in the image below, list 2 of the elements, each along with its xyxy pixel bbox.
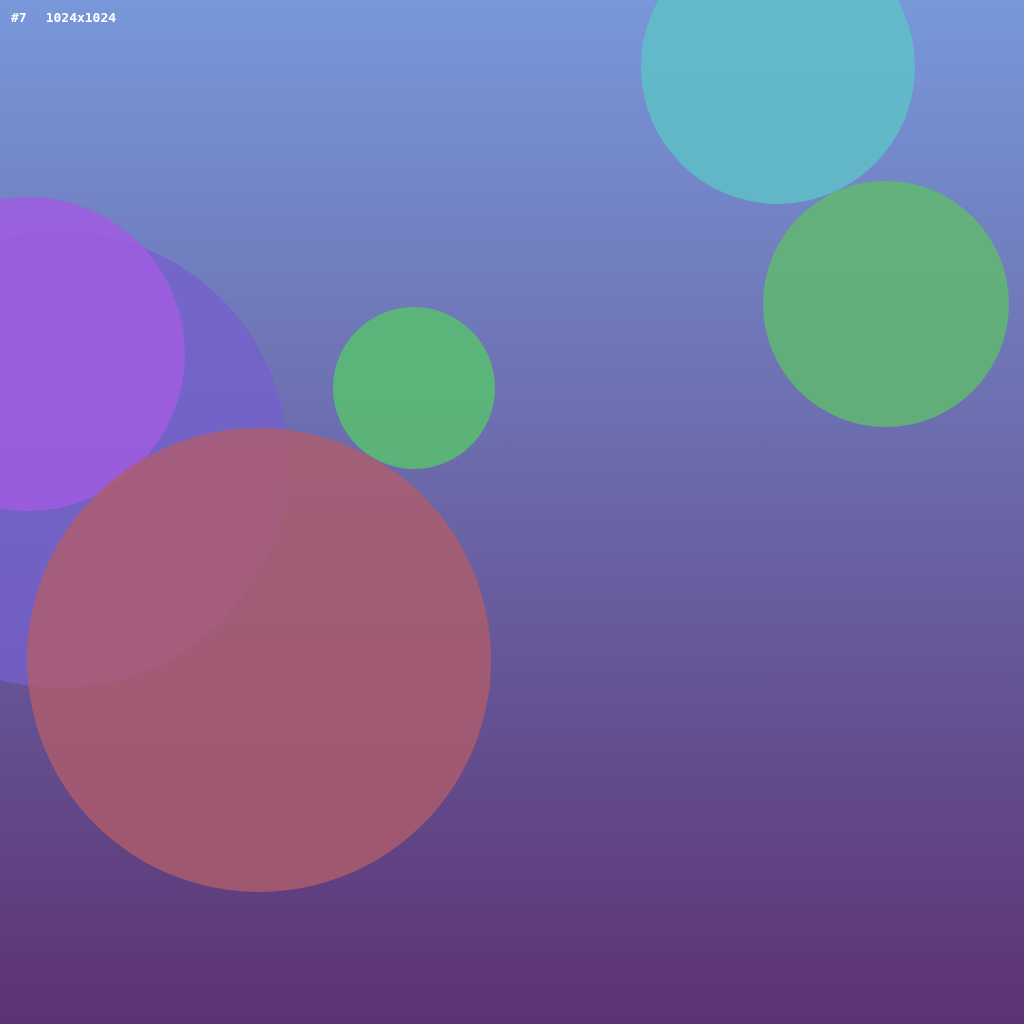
image-size: 1024x1024 <box>45 10 117 26</box>
image-number: #7 <box>11 10 27 26</box>
